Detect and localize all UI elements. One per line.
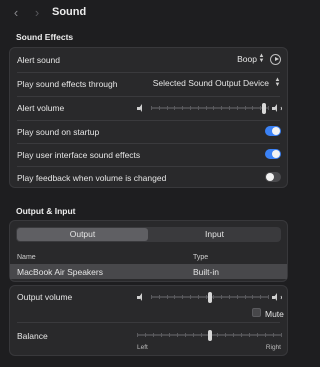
output-volume-row: Output volume (10, 286, 287, 310)
tab-input[interactable]: Input (149, 228, 280, 241)
output-input-heading: Output & Input (16, 206, 76, 216)
updown-chevrons-icon[interactable]: ▲ ▼ (274, 77, 281, 88)
forward-arrow-icon[interactable]: › (32, 6, 42, 20)
speaker-low-icon (137, 104, 147, 112)
divider (17, 322, 280, 323)
balance-left-label: Left (137, 344, 148, 351)
output-volume-thumb[interactable] (208, 292, 212, 303)
title-bar: ‹ › Sound (0, 0, 298, 26)
startup-toggle[interactable] (265, 126, 281, 136)
play-through-label: Play sound effects through (17, 79, 118, 89)
tab-output[interactable]: Output (17, 228, 148, 241)
output-volume-label: Output volume (17, 292, 73, 302)
mute-checkbox[interactable] (252, 308, 261, 317)
ui-sounds-row: Play user interface sound effects (10, 143, 287, 167)
startup-label: Play sound on startup (17, 127, 100, 137)
speaker-high-icon (272, 104, 282, 112)
balance-right-label: Right (265, 344, 281, 351)
ui-sounds-label: Play user interface sound effects (17, 150, 141, 160)
startup-row: Play sound on startup (10, 120, 287, 144)
column-name[interactable]: Name (17, 254, 36, 261)
mute-label: Mute (265, 309, 284, 319)
balance-label: Balance (17, 331, 48, 341)
feedback-row: Play feedback when volume is changed (10, 166, 287, 190)
column-type[interactable]: Type (193, 254, 208, 261)
back-arrow-icon[interactable]: ‹ (11, 6, 21, 20)
play-alert-icon[interactable] (270, 54, 281, 65)
play-through-row: Play sound effects through Selected Soun… (10, 72, 287, 96)
balance-slider[interactable] (137, 330, 282, 341)
feedback-label: Play feedback when volume is changed (17, 173, 167, 183)
device-type: Built-in (193, 267, 219, 277)
device-name: MacBook Air Speakers (17, 267, 103, 277)
window-title: Sound (52, 6, 87, 18)
alert-sound-row: Alert sound Boop ▲ ▼ (10, 48, 287, 72)
device-list-header: Name Type (10, 251, 287, 265)
alert-volume-label: Alert volume (17, 103, 65, 113)
updown-chevrons-icon[interactable]: ▲ ▼ (258, 53, 265, 64)
speaker-low-icon (137, 293, 147, 301)
device-row[interactable]: MacBook Air Speakers Built-in (10, 264, 287, 279)
device-card: Output Input Name Type MacBook Air Speak… (9, 220, 288, 282)
output-controls-card: Output volume Mute Balance Left Right (9, 285, 288, 356)
alert-sound-popup[interactable]: Boop (237, 54, 257, 64)
ui-sounds-toggle[interactable] (265, 149, 281, 159)
balance-thumb[interactable] (207, 330, 212, 341)
alert-volume-row: Alert volume (10, 96, 287, 120)
output-volume-slider[interactable] (151, 292, 269, 303)
speaker-high-icon (272, 293, 282, 301)
alert-volume-slider[interactable] (151, 103, 269, 114)
alert-volume-thumb[interactable] (262, 103, 267, 114)
play-through-popup[interactable]: Selected Sound Output Device (153, 78, 269, 88)
feedback-toggle[interactable] (265, 172, 281, 182)
alert-sound-label: Alert sound (17, 55, 60, 65)
output-input-segmented: Output Input (16, 227, 281, 242)
sound-effects-heading: Sound Effects (16, 32, 74, 42)
sound-effects-card: Alert sound Boop ▲ ▼ Play sound effects t… (9, 47, 288, 188)
